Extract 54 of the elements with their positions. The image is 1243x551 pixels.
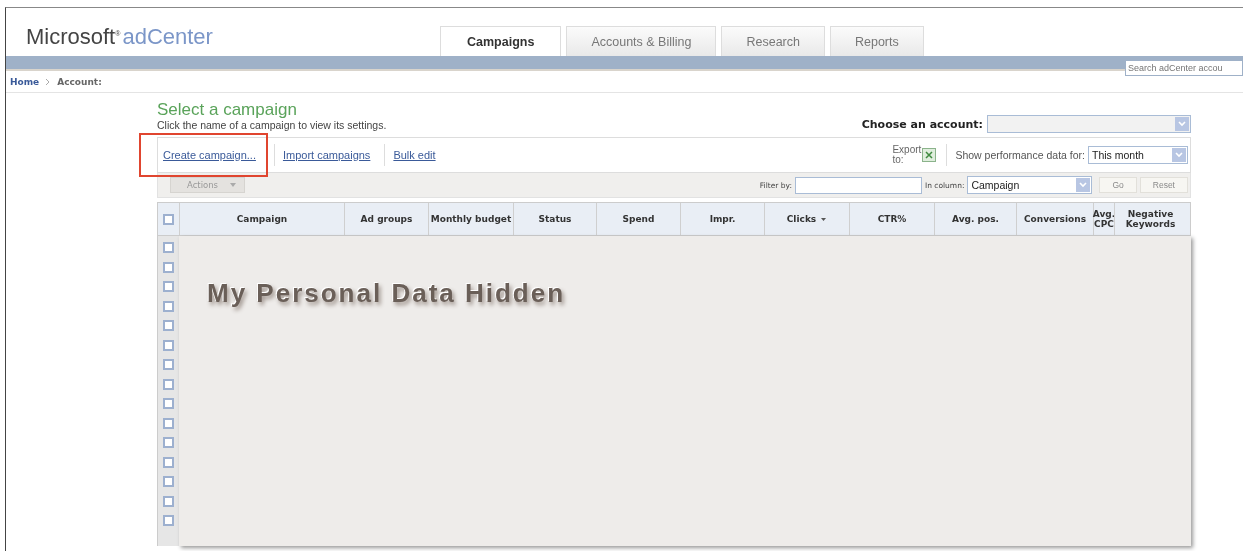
column-header[interactable]: Impr. — [680, 203, 764, 235]
checkbox[interactable] — [163, 242, 174, 253]
checkbox[interactable] — [163, 495, 174, 507]
checkbox[interactable] — [163, 398, 174, 409]
checkbox[interactable] — [163, 339, 174, 351]
checkbox[interactable] — [163, 261, 174, 273]
checkbox[interactable] — [163, 515, 174, 526]
column-header[interactable]: Clicks — [764, 203, 849, 235]
checkbox[interactable] — [163, 359, 174, 370]
checkbox[interactable] — [163, 213, 174, 225]
account-dropdown[interactable] — [987, 115, 1191, 133]
column-header[interactable]: Campaign — [179, 203, 344, 235]
column-dropdown[interactable]: Campaign — [967, 176, 1093, 194]
redaction-label: My Personal Data Hidden — [207, 278, 566, 309]
page-subtitle: Click the name of a campaign to view its settings. — [157, 119, 387, 131]
account-label: Choose an account: — [861, 117, 983, 131]
checkbox[interactable] — [163, 437, 174, 448]
column-header[interactable]: Conversions — [1016, 203, 1093, 235]
nav-tab[interactable]: Reports — [829, 26, 924, 56]
filter-field[interactable] — [794, 176, 922, 194]
product-name: adCenter — [122, 24, 213, 50]
breadcrumb-item[interactable]: Home — [10, 76, 40, 87]
toolbar-link[interactable]: Bulk edit — [393, 147, 442, 163]
caret-icon — [230, 183, 237, 187]
brand-name: Microsoft$^{®}$ — [26, 24, 121, 50]
column-header[interactable]: Ad groups — [344, 203, 428, 235]
chevron-icon — [45, 77, 52, 86]
toolbar-link[interactable]: Import campaigns — [282, 147, 377, 163]
checkbox[interactable] — [163, 320, 174, 331]
checkbox[interactable] — [163, 476, 174, 487]
column-header[interactable]: CTR% — [849, 203, 934, 235]
checkbox[interactable] — [163, 417, 174, 429]
column-header[interactable]: Monthly budget — [428, 203, 513, 235]
nav-tab[interactable]: Research — [721, 26, 825, 56]
nav-tab[interactable]: Campaigns — [440, 26, 562, 56]
checkbox[interactable] — [163, 378, 174, 390]
toolbar-link[interactable]: Create campaign... — [141, 135, 266, 175]
checkbox[interactable] — [163, 300, 174, 312]
column-header[interactable]: Avg. CPC — [1093, 203, 1114, 235]
column-header[interactable]: Negative Keywords — [1114, 203, 1186, 235]
checkbox[interactable] — [163, 281, 174, 292]
sort-icon — [820, 216, 828, 222]
export-label: Export to: — [892, 145, 923, 165]
nav-tab[interactable]: Accounts & Billing — [566, 26, 717, 56]
search-field[interactable]: Search adCenter accou — [1125, 60, 1243, 76]
period-dropdown[interactable]: This month — [1088, 146, 1188, 164]
column-header[interactable]: Status — [513, 203, 596, 235]
column-header[interactable]: Avg. pos. — [934, 203, 1016, 235]
page-title: Select a campaign — [157, 101, 298, 119]
period-label: Show performance data for: — [955, 149, 1085, 161]
column-header[interactable]: Spend — [596, 203, 680, 235]
checkbox[interactable] — [163, 456, 174, 468]
spreadsheet-icon[interactable] — [922, 148, 937, 162]
breadcrumb-item: Account: — [57, 76, 102, 87]
